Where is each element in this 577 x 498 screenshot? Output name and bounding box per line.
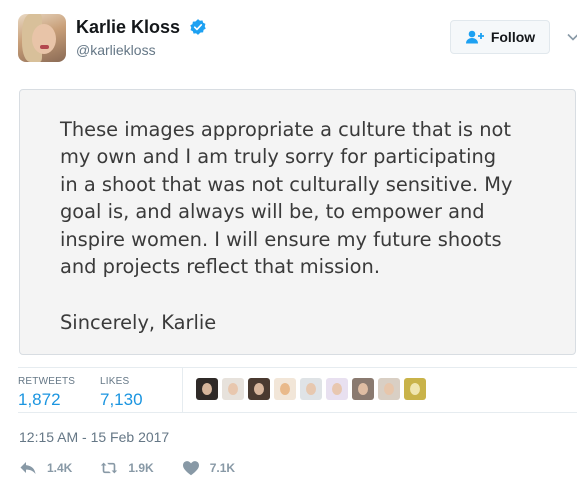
retweets-stat[interactable]: RETWEETS 1,872: [18, 376, 75, 410]
statement-line: in a shoot that was not culturally sensi…: [60, 172, 513, 196]
author-display-name[interactable]: Karlie Kloss: [76, 17, 180, 37]
reply-action[interactable]: 1.4K: [19, 460, 72, 476]
liker-avatar[interactable]: [274, 378, 296, 400]
retweet-icon[interactable]: [100, 460, 118, 476]
statement-line: goal is, and always will be, to empower …: [60, 200, 485, 224]
retweets-label: RETWEETS: [18, 376, 76, 387]
tweet-actions: 1.4K 1.9K 7.1K: [19, 458, 263, 478]
liker-avatar[interactable]: [404, 378, 426, 400]
retweets-count[interactable]: 1,872: [18, 390, 75, 410]
liker-avatar[interactable]: [352, 378, 374, 400]
retweet-count: 1.9K: [128, 461, 154, 475]
likes-label: LIKES: [100, 376, 130, 387]
tweet-stats: RETWEETS 1,872 LIKES 7,130: [18, 367, 577, 413]
reply-count: 1.4K: [47, 461, 73, 475]
verified-badge-icon: [189, 19, 206, 35]
author-handle[interactable]: @karliekloss: [76, 42, 207, 58]
liker-avatars: [196, 378, 426, 400]
like-count: 7.1K: [209, 461, 236, 475]
follow-button[interactable]: Follow: [450, 20, 550, 54]
statement-line: These images appropriate a culture that …: [60, 118, 511, 141]
chevron-down-icon[interactable]: [566, 30, 577, 44]
add-user-icon: [465, 30, 484, 44]
liker-avatar[interactable]: [196, 378, 218, 400]
statement-text: These images appropriate a culture that …: [60, 116, 560, 280]
statement-signoff: Sincerely, Karlie: [60, 311, 217, 334]
follow-label: Follow: [490, 29, 536, 45]
statement-image[interactable]: These images appropriate a culture that …: [19, 89, 576, 355]
tweet-header: Karlie Kloss @karliekloss Follow: [18, 14, 577, 66]
liker-avatar[interactable]: [222, 378, 244, 400]
statement-line: and projects reflect that mission.: [60, 255, 380, 279]
liker-avatar[interactable]: [248, 378, 270, 400]
likes-stat[interactable]: LIKES 7,130: [100, 376, 143, 410]
reply-icon[interactable]: [19, 460, 37, 476]
author-avatar[interactable]: [18, 14, 66, 62]
statement-line: inspire women. I will ensure my future s…: [60, 227, 502, 251]
retweet-action[interactable]: 1.9K: [100, 460, 154, 476]
statement-line: my own and I am truly sorry for particip…: [60, 145, 497, 169]
liker-avatar[interactable]: [300, 378, 322, 400]
likes-count[interactable]: 7,130: [100, 390, 143, 410]
tweet-timestamp[interactable]: 12:15 AM - 15 Feb 2017: [19, 429, 169, 445]
stats-divider: [182, 368, 183, 412]
liker-avatar[interactable]: [326, 378, 348, 400]
liker-avatar[interactable]: [378, 378, 400, 400]
heart-icon[interactable]: [182, 460, 200, 476]
like-action[interactable]: 7.1K: [182, 460, 235, 476]
author-name-block[interactable]: Karlie Kloss @karliekloss: [76, 17, 207, 58]
